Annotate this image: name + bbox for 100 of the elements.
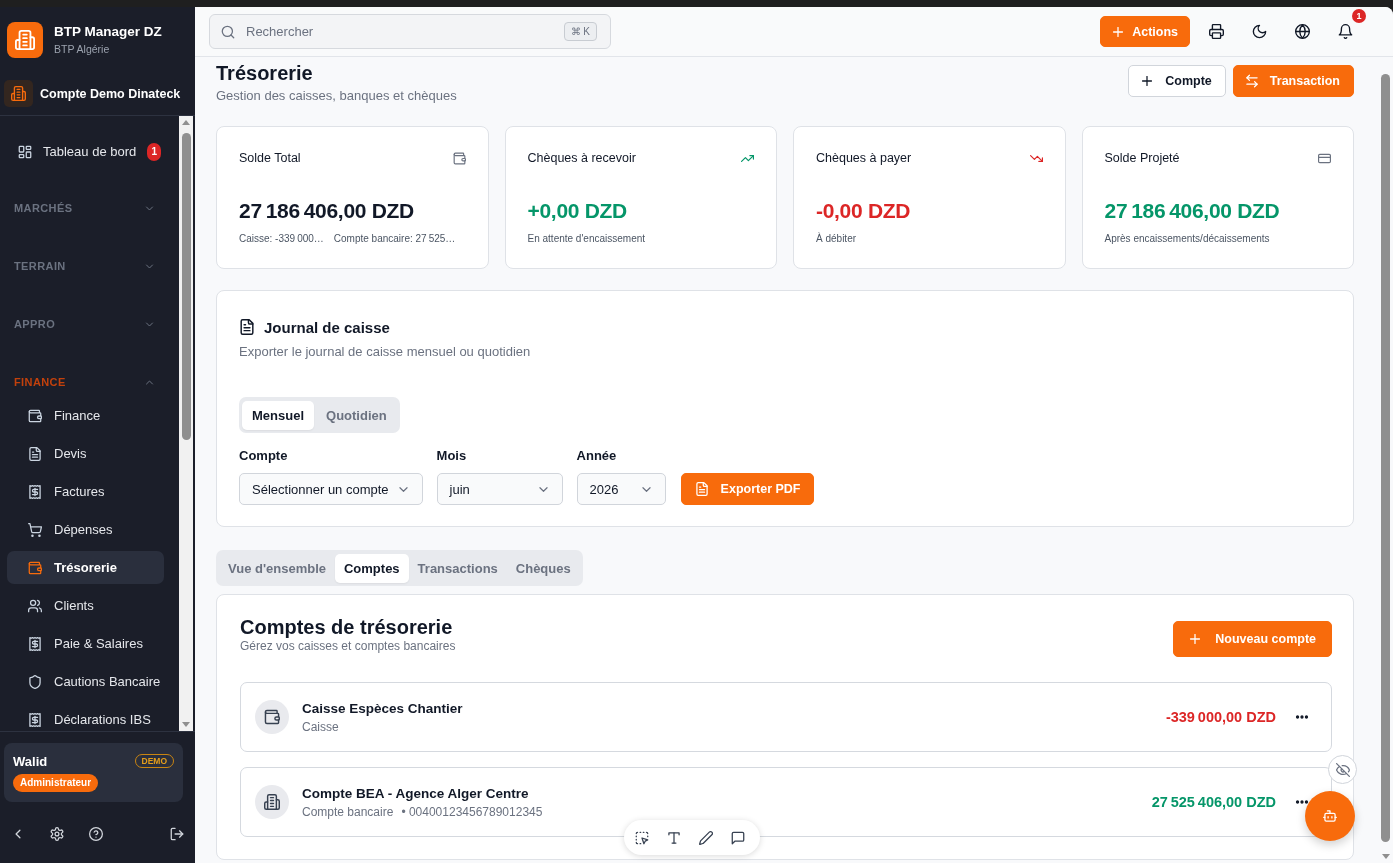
account-name: Compte Demo Dinateck bbox=[40, 86, 181, 101]
select-field[interactable]: 2026 bbox=[576, 473, 666, 505]
card-subtitle: Gérez vos caisses et comptes bancaires bbox=[240, 639, 456, 653]
receipt-icon bbox=[28, 712, 42, 727]
wallet-icon bbox=[28, 408, 42, 423]
logout-icon[interactable] bbox=[170, 827, 184, 841]
people-icon bbox=[28, 598, 42, 613]
robot-icon bbox=[1323, 809, 1337, 823]
page-title: Trésorerie bbox=[216, 61, 314, 85]
shortcut-hint: ⌘ K bbox=[563, 22, 597, 41]
stat-value: -0,00 DZD bbox=[816, 198, 912, 224]
stat-note: En attente d'encaissement bbox=[527, 232, 646, 246]
stat-title: Chèques à recevoir bbox=[527, 151, 636, 165]
scroll-down-icon[interactable] bbox=[182, 722, 190, 727]
account-balance: -339 000,00 DZD bbox=[1165, 709, 1276, 725]
card-title: Comptes de trésorerie bbox=[240, 615, 454, 639]
globe-icon[interactable] bbox=[1295, 24, 1310, 39]
stat-title: Solde Total bbox=[239, 151, 301, 165]
wallet-icon bbox=[28, 560, 42, 575]
wallet-icon bbox=[452, 151, 466, 165]
receipt-icon bbox=[28, 636, 42, 651]
document-icon bbox=[28, 446, 42, 461]
scroll-down-icon[interactable] bbox=[1381, 854, 1390, 859]
app-logo bbox=[7, 22, 43, 58]
document-icon bbox=[694, 482, 709, 496]
user-name: Walid bbox=[13, 753, 48, 769]
card-subtitle: Exporter le journal de caisse mensuel ou quotidien bbox=[239, 344, 532, 360]
stat-title: Chèques à payer bbox=[816, 151, 912, 165]
text-icon[interactable] bbox=[667, 830, 681, 845]
app-name: BTP Manager DZ bbox=[54, 24, 162, 40]
account-balance: 27 525 406,00 DZD bbox=[1151, 794, 1276, 810]
nav-item[interactable]: Cautions Bancaire bbox=[7, 665, 164, 698]
pencil-icon[interactable] bbox=[699, 830, 713, 845]
stat-value: +0,00 DZD bbox=[527, 198, 628, 224]
card-title: Journal de caisse bbox=[264, 318, 390, 336]
credit-card-icon bbox=[1318, 151, 1331, 165]
wallet-icon bbox=[255, 700, 289, 734]
stat-note: Après encaissements/décaissements bbox=[1104, 232, 1270, 246]
segment-tab[interactable]: Mensuel bbox=[242, 400, 314, 430]
eye-off-icon bbox=[1335, 762, 1350, 777]
page-subtitle: Gestion des caisses, banques et chèques bbox=[216, 88, 457, 104]
receipt-icon bbox=[28, 484, 42, 499]
field-label: Mois bbox=[436, 448, 468, 464]
stat-title: Solde Projeté bbox=[1104, 151, 1180, 165]
stat-note: Caisse: -339 000… bbox=[239, 232, 324, 246]
tab[interactable]: Transactions bbox=[408, 553, 507, 583]
plus-icon bbox=[1188, 632, 1203, 646]
select-field[interactable]: Sélectionner un compte bbox=[239, 473, 423, 505]
nav-item[interactable]: Devis bbox=[7, 437, 164, 470]
nav-item[interactable]: Clients bbox=[7, 589, 164, 622]
scroll-up-icon[interactable] bbox=[182, 120, 190, 125]
cart-icon bbox=[28, 522, 42, 537]
tab[interactable]: Comptes bbox=[335, 553, 409, 583]
account-type: Compte bancaire bbox=[302, 804, 394, 820]
nav-item[interactable]: Paie & Salaires bbox=[7, 627, 164, 660]
account-row[interactable]: Caisse Espèces Chantier Caisse -339 000,00 DZD bbox=[240, 682, 1332, 752]
scrollbar-thumb[interactable] bbox=[182, 133, 191, 440]
account-type: Caisse bbox=[302, 719, 339, 735]
shield-icon bbox=[28, 674, 42, 689]
segment-tab[interactable]: Quotidien bbox=[316, 400, 397, 430]
tab[interactable]: Vue d'ensemble bbox=[219, 553, 335, 583]
add-account-button[interactable]: Compte bbox=[1128, 65, 1226, 97]
arrows-left-right-icon bbox=[1244, 74, 1259, 88]
nav-item[interactable]: Déclarations IBS bbox=[7, 703, 164, 731]
moon-icon[interactable] bbox=[1252, 24, 1267, 39]
search-icon bbox=[221, 24, 235, 39]
scrollbar-thumb[interactable] bbox=[1381, 74, 1390, 842]
stat-note: À débiter bbox=[816, 232, 857, 246]
building-icon bbox=[255, 785, 289, 819]
nav-item[interactable]: Tableau de bord 1 bbox=[7, 135, 164, 168]
stat-value: 27 186 406,00 DZD bbox=[1104, 198, 1281, 224]
nav-item[interactable]: Trésorerie bbox=[7, 551, 164, 584]
plus-icon bbox=[1111, 24, 1126, 39]
role-tag: Administrateur bbox=[13, 774, 99, 792]
notification-badge: 1 bbox=[1352, 9, 1366, 23]
account-number: • 00400123456789012345 bbox=[401, 804, 543, 820]
stat-note: Compte bancaire: 27 525… bbox=[333, 232, 456, 246]
count-badge: 1 bbox=[147, 142, 162, 161]
field-label: Année bbox=[576, 448, 618, 464]
stat-value: 27 186 406,00 DZD bbox=[239, 198, 415, 224]
account-row[interactable]: Compte BEA - Agence Alger Centre Compte bancaire • 00400123456789012345 27 525 406,00 DZD bbox=[240, 767, 1332, 837]
printer-icon[interactable] bbox=[1209, 24, 1224, 39]
comment-icon[interactable] bbox=[731, 830, 745, 845]
dashed-pointer-icon[interactable] bbox=[635, 830, 649, 845]
bell-icon[interactable] bbox=[1338, 24, 1353, 39]
nav-item[interactable]: Finance bbox=[7, 399, 164, 432]
settings-icon[interactable] bbox=[50, 827, 64, 841]
scrollbar[interactable] bbox=[179, 116, 193, 731]
document-icon bbox=[239, 319, 255, 335]
field-label: Compte bbox=[239, 448, 289, 464]
dashboard-icon bbox=[18, 144, 32, 159]
nav-item[interactable]: Factures bbox=[7, 475, 164, 508]
account-name: Compte BEA - Agence Alger Centre bbox=[302, 784, 530, 802]
help-icon[interactable] bbox=[89, 827, 103, 841]
tab[interactable]: Chèques bbox=[506, 553, 580, 583]
nav-item[interactable]: Dépenses bbox=[7, 513, 164, 546]
select-field[interactable]: juin bbox=[436, 473, 563, 505]
app-subtitle: BTP Algérie bbox=[54, 43, 111, 56]
account-name: Caisse Espèces Chantier bbox=[302, 699, 463, 717]
plus-icon bbox=[1140, 74, 1155, 88]
